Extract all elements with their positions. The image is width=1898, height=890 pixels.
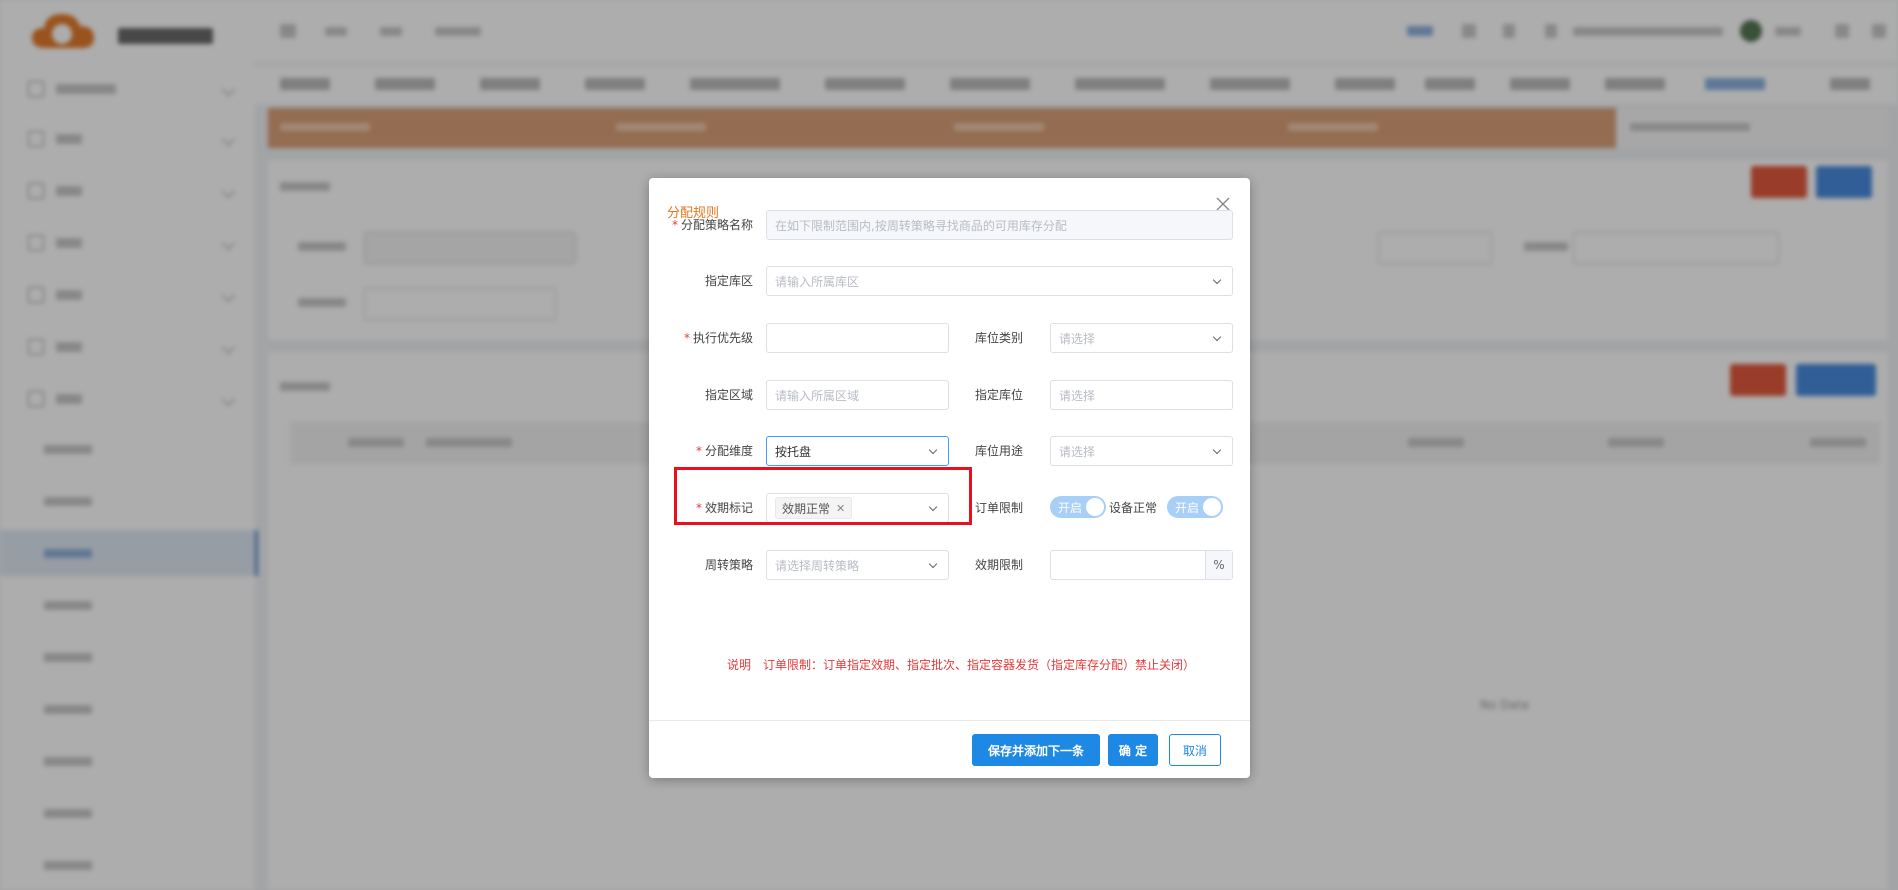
save-and-add-next-button[interactable]: 保存并添加下一条 <box>972 734 1100 766</box>
confirm-button[interactable]: 确 定 <box>1108 734 1158 766</box>
strategy-name-label: * 分配策略名称 <box>671 218 753 232</box>
note-text: 说明 订单限制：订单指定效期、指定批次、指定容器发货（指定库存分配）禁止关闭） <box>727 658 1196 672</box>
dialog-footer-divider <box>649 720 1250 721</box>
chevron-down-icon <box>1212 275 1222 285</box>
location-type-label: 库位类别 <box>974 331 1023 345</box>
dimension-select[interactable]: 按托盘 <box>766 436 949 466</box>
chevron-down-icon <box>928 559 938 569</box>
cancel-button[interactable]: 取消 <box>1169 734 1221 766</box>
percent-suffix: % <box>1205 551 1232 579</box>
dimension-label: * 分配维度 <box>695 444 753 458</box>
chevron-down-icon <box>1212 445 1222 455</box>
location-usage-label: 库位用途 <box>974 444 1023 458</box>
location-label: 指定库位 <box>974 388 1023 402</box>
strategy-name-input: 在如下限制范围内,按周转策略寻找商品的可用库存分配 <box>766 210 1233 240</box>
chevron-down-icon <box>928 445 938 455</box>
order-limit-label: 订单限制 <box>974 501 1023 515</box>
zone-label: 指定库区 <box>704 274 753 288</box>
chevron-down-icon <box>1212 332 1222 342</box>
expiry-limit-label: 效期限制 <box>974 558 1023 572</box>
highlight-box <box>674 467 972 525</box>
location-input[interactable]: 请选择 <box>1050 380 1233 410</box>
turnover-label: 周转策略 <box>704 558 753 572</box>
area-input[interactable]: 请输入所属区域 <box>766 380 949 410</box>
device-normal-label: 设备正常 <box>1108 501 1157 515</box>
location-type-select[interactable]: 请选择 <box>1050 323 1233 353</box>
zone-select[interactable]: 请输入所属库区 <box>766 266 1233 296</box>
device-normal-switch[interactable]: 开启 <box>1167 496 1223 518</box>
priority-input[interactable] <box>766 323 949 353</box>
expiry-limit-input[interactable]: % <box>1050 550 1233 580</box>
area-label: 指定区域 <box>704 388 753 402</box>
location-usage-select[interactable]: 请选择 <box>1050 436 1233 466</box>
turnover-select[interactable]: 请选择周转策略 <box>766 550 949 580</box>
order-limit-switch[interactable]: 开启 <box>1050 496 1106 518</box>
priority-label: * 执行优先级 <box>683 331 753 345</box>
